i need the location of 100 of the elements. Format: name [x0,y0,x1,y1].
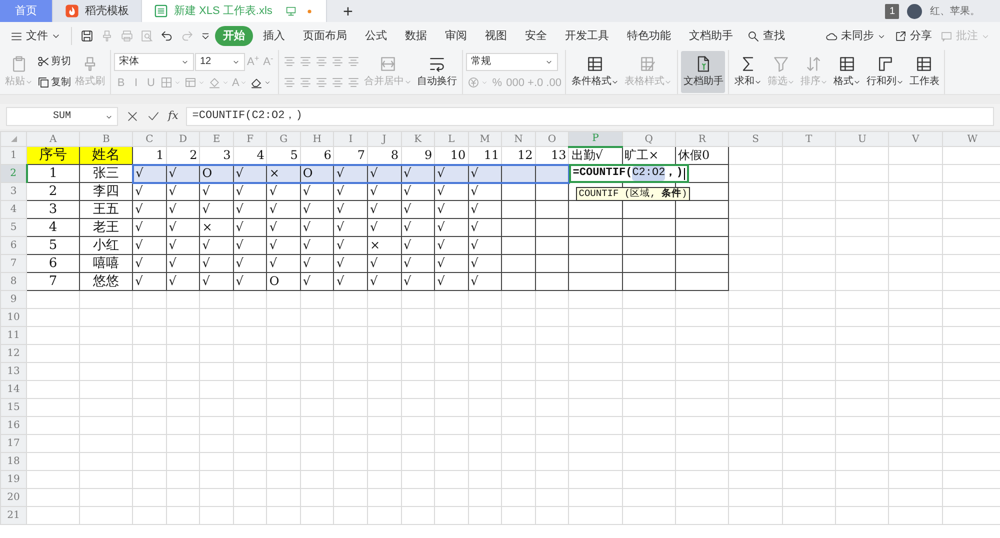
ribbon-button[interactable]: 行和列 [864,51,906,93]
column-header[interactable]: L [434,132,468,146]
dropdown-field[interactable]: 宋体 [114,52,194,71]
ribbon-button[interactable]: 求和 [732,51,764,93]
ribbon-tab[interactable]: 视图 [477,26,515,46]
ribbon-tab[interactable]: 开始 [215,26,253,46]
notification-count[interactable]: 1 [885,4,899,18]
column-header[interactable]: G [266,132,300,146]
column-header[interactable]: N [502,132,536,146]
toolbar-button[interactable] [249,76,272,90]
insert-function-button[interactable]: fx [168,108,178,125]
row-header[interactable]: 3 [0,182,27,200]
spreadsheet-icon [154,4,168,18]
column-header[interactable]: H [300,132,334,146]
ribbon-tab[interactable]: 公式 [357,26,395,46]
row-header[interactable]: 4 [0,200,27,218]
column-header[interactable]: U [836,132,889,146]
ribbon-button[interactable]: 工作表 [907,51,942,93]
row-header[interactable]: 15 [0,398,27,416]
user-name[interactable]: 红、苹果。 [930,4,980,18]
avatar[interactable] [907,4,922,18]
row-header[interactable]: 7 [0,254,27,272]
file-menu[interactable]: 文件 [6,26,65,46]
row-header[interactable]: 21 [0,506,27,524]
column-header[interactable]: Q [622,132,676,146]
column-header[interactable]: I [334,132,368,146]
table-cell: O [266,272,300,290]
row-header[interactable]: 8 [0,272,27,290]
ribbon-tab[interactable]: 插入 [255,26,293,46]
row-header[interactable]: 12 [0,344,27,362]
row-header[interactable]: 1 [0,146,27,164]
row-header[interactable]: 2 [0,164,27,182]
ribbon-tab[interactable]: 文档助手 [681,26,741,46]
column-header[interactable]: E [200,132,234,146]
table-cell: √ [401,182,435,200]
table-cell: √ [132,182,166,200]
table-cell: √ [334,200,368,218]
column-header[interactable]: W [942,132,1000,146]
column-header[interactable]: A [26,132,80,146]
toolbar-button[interactable]: 分享 [890,26,936,46]
table-cell: √ [166,200,200,218]
ribbon-button[interactable]: 文档助手 [681,51,726,93]
table-cell: 3 [26,200,80,218]
formula-field[interactable]: =COUNTIF(C2:O2，) [186,107,994,126]
row-header[interactable]: 13 [0,362,27,380]
column-header[interactable]: M [468,132,502,146]
ribbon-tab[interactable]: 开发工具 [557,26,617,46]
toolbar-button[interactable]: 复制 [36,75,72,90]
table-cell: √ [132,236,166,254]
row-header[interactable]: 18 [0,452,27,470]
ribbon-tab[interactable]: 安全 [517,26,555,46]
table-cell: √ [132,254,166,272]
new-tab-button[interactable]: + [333,0,363,22]
table-cell: 序号 [26,146,80,164]
row-header[interactable]: 19 [0,470,27,488]
ribbon-tab[interactable]: 页面布局 [295,26,355,46]
row-header[interactable]: 11 [0,326,27,344]
ribbon-tab[interactable]: 审阅 [437,26,475,46]
row-header[interactable]: 16 [0,416,27,434]
dropdown-field[interactable]: 12 [195,52,245,71]
column-header[interactable]: P [568,132,622,146]
table-cell: × [200,218,234,236]
ribbon-button[interactable]: 自动换行 [415,51,460,93]
column-header[interactable]: O [535,132,569,146]
row-header[interactable]: 14 [0,380,27,398]
toolbar-button[interactable]: 未同步 [821,26,890,46]
document-tab[interactable]: 首页 [0,0,53,22]
ribbon-tab[interactable]: 数据 [397,26,435,46]
ribbon-tab[interactable]: 特色功能 [619,26,679,46]
align-icon [299,76,312,89]
row-header[interactable]: 6 [0,236,27,254]
sheet-icon [915,55,934,73]
table-cell: √ [233,236,267,254]
row-header[interactable]: 9 [0,290,27,308]
toolbar-button[interactable]: 剪切 [36,54,72,69]
column-header[interactable]: K [401,132,435,146]
row-header[interactable]: 17 [0,434,27,452]
column-header[interactable]: B [80,132,133,146]
document-tab[interactable]: 新建 XLS 工作表.xls [142,0,327,22]
document-tab[interactable]: 稻壳模板 [53,0,142,22]
row-header[interactable]: 5 [0,218,27,236]
column-header[interactable]: S [728,132,782,146]
ribbon-button[interactable]: 格式 [831,51,864,93]
merge-cells-icon [379,55,398,73]
ribbon-button[interactable]: 条件格式 [569,51,622,93]
align-icon [331,55,344,68]
name-box[interactable]: SUM [6,107,118,126]
row-header[interactable]: 20 [0,488,27,506]
caret-icon [240,79,248,86]
column-header[interactable]: V [888,132,942,146]
column-header[interactable]: C [132,132,166,146]
search-button[interactable]: 查找 [743,26,789,46]
cell-editor[interactable]: =COUNTIF(C2:O2，) [568,164,689,183]
column-header[interactable]: J [367,132,402,146]
column-header[interactable]: F [233,132,267,146]
row-header[interactable]: 10 [0,308,27,326]
dropdown-field[interactable]: 常规 [466,52,558,71]
column-header[interactable]: T [782,132,836,146]
column-header[interactable]: D [166,132,200,146]
column-header[interactable]: R [675,132,729,146]
